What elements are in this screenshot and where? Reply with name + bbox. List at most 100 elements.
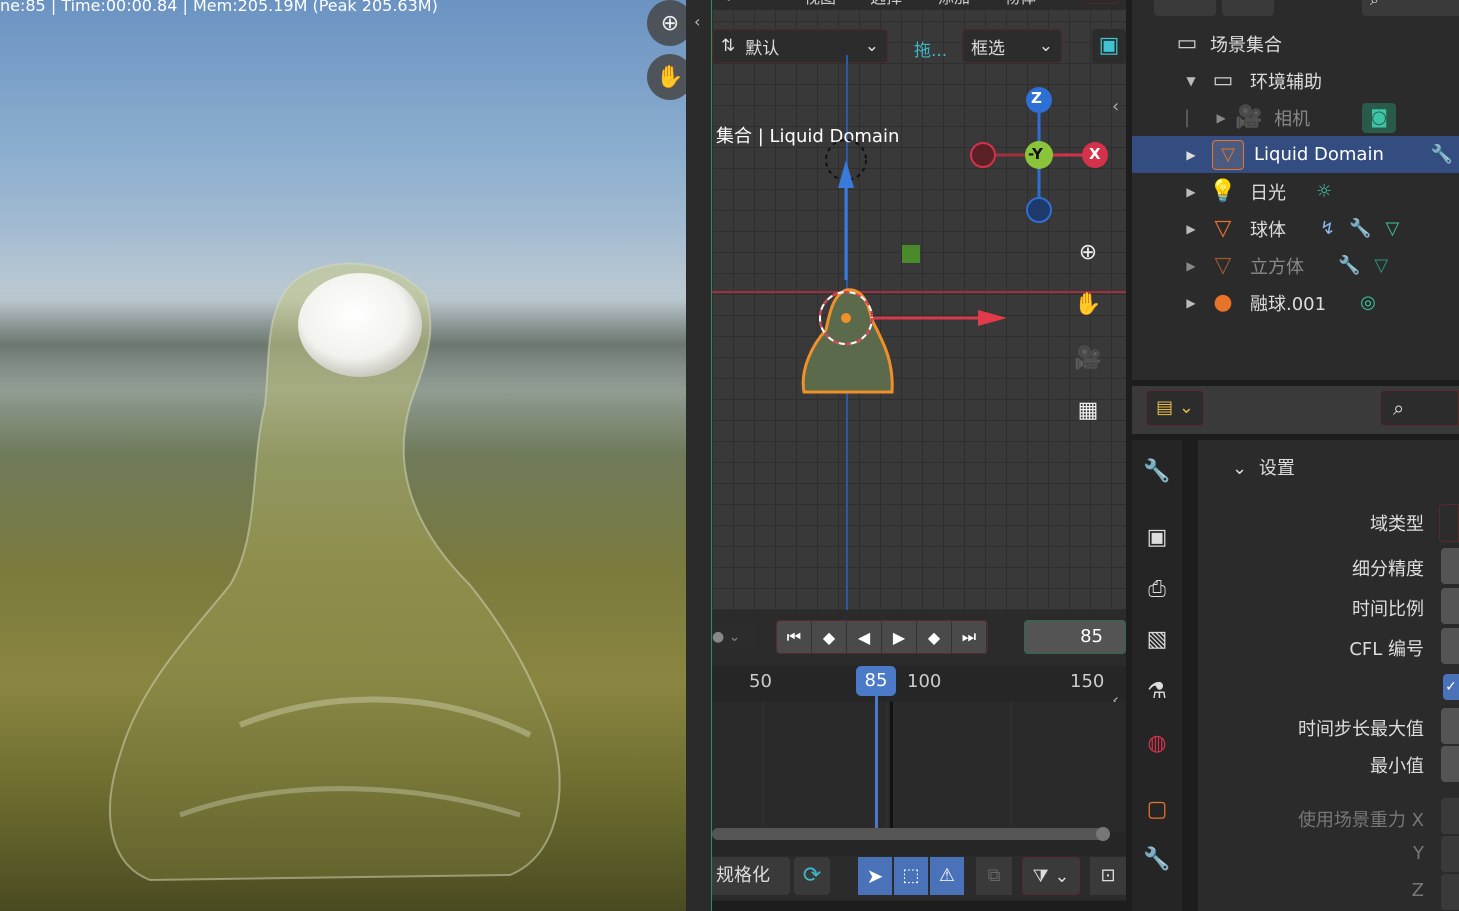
outliner-root[interactable]: ▭ 场景集合 [1132, 25, 1459, 62]
domain-type-field[interactable] [1439, 504, 1459, 542]
scene-tab-icon[interactable]: ⚗ [1138, 672, 1176, 710]
modifier-wrench-icon[interactable]: 🔧 [1338, 255, 1360, 276]
normalize-button[interactable]: 规格化 [712, 857, 790, 895]
modifier-wrench-icon[interactable]: 🔧 [1431, 144, 1453, 165]
render-tab-icon[interactable]: ▣ [1138, 518, 1176, 556]
timeline-tracks[interactable] [712, 702, 1126, 832]
play-icon[interactable]: ▶ [882, 621, 917, 653]
camera-data-icon[interactable]: ◙ [1362, 102, 1397, 133]
playhead-line[interactable] [875, 696, 878, 828]
gravity-z-field[interactable] [1441, 874, 1459, 910]
play-reverse-icon[interactable]: ◀ [847, 621, 882, 653]
editor-type-dropdown[interactable]: ▤ ⌄ [1146, 390, 1204, 426]
gravity-x-label: 使用场景重力 X [1297, 810, 1424, 831]
outliner-item-liquid-domain[interactable]: ▶ ▽ Liquid Domain 🔧 [1132, 136, 1459, 173]
drag-label[interactable]: 拖... [914, 36, 947, 61]
current-frame-field[interactable]: 85 [1024, 620, 1126, 654]
camera-view-icon[interactable]: 🎥 [1070, 340, 1106, 376]
expand-triangle-icon[interactable]: ▶ [1184, 296, 1198, 310]
constraint-icon[interactable]: ↯ [1320, 218, 1335, 239]
cfl-number-field[interactable] [1441, 628, 1459, 664]
mesh-data-icon[interactable]: ▽ [1374, 255, 1388, 276]
mesh-data-icon[interactable]: ▽ [1386, 218, 1400, 239]
display-mode-dropdown[interactable] [1154, 0, 1216, 16]
chevron-down-icon[interactable]: ⌄ [722, 0, 735, 5]
gravity-y-field[interactable] [1441, 836, 1459, 872]
zoom-in-icon[interactable]: ⊕ [1070, 234, 1106, 270]
expand-triangle-icon[interactable]: ▶ [1184, 222, 1198, 236]
render-viewport[interactable]: ne:85 | Time:00:00.84 | Mem:205.19M (Pea… [0, 0, 686, 911]
outliner-item-camera[interactable]: | ▶ 🎥 相机 ◙ [1132, 99, 1459, 136]
select-tool-icon[interactable]: ➤ [858, 857, 892, 895]
menu-object[interactable]: 物体 [1004, 0, 1036, 8]
object-tab-icon[interactable]: ▢ [1138, 790, 1176, 828]
orientation-dropdown[interactable]: ⇅ 默认 ⌄ [712, 29, 888, 63]
menu-add[interactable]: 添加 [938, 0, 970, 8]
timeline-scrollbar[interactable] [712, 828, 1110, 840]
cube-gizmo[interactable] [902, 245, 920, 263]
search-icon[interactable]: ⌕ [1380, 390, 1459, 426]
frame-all-icon[interactable]: ⊡ [1090, 857, 1126, 895]
x-arrow [978, 310, 1007, 326]
outliner-item-cube[interactable]: ▶ ▽ 立方体 🔧 ▽ [1132, 247, 1459, 284]
gravity-x-field[interactable] [1441, 798, 1459, 834]
prev-keyframe-icon[interactable]: ◆ [812, 621, 847, 653]
sun-icon[interactable]: ☼ [1316, 181, 1332, 202]
collapse-left-icon[interactable]: ‹ [694, 12, 700, 31]
expand-triangle-icon[interactable]: ▶ [1214, 111, 1228, 125]
timesteps-min-field[interactable] [1441, 746, 1459, 782]
outliner-panel[interactable]: ⌕ ▭ 场景集合 ▼ ▭ 环境辅助 | ▶ 🎥 相机 ◙ ▶ ▽ Liquid … [1126, 0, 1459, 380]
outliner-item-metaball[interactable]: ▶ ● 融球.001 ◎ [1132, 284, 1459, 321]
outliner-item-sun[interactable]: ▶ 💡 日光 ☼ [1132, 173, 1459, 210]
hand-pan-icon[interactable]: ✋ [1070, 286, 1106, 322]
area-divider[interactable]: ‹ [686, 0, 712, 911]
transform-icon[interactable]: ⇆ [1084, 0, 1120, 4]
adaptive-timesteps-checkbox[interactable]: ✓ [1443, 674, 1459, 700]
expand-triangle-icon[interactable]: ▶ [1184, 185, 1198, 199]
select-mode-dropdown[interactable]: 框选 ⌄ [962, 29, 1062, 63]
modifier-tab-icon[interactable]: 🔧 [1138, 840, 1176, 878]
time-scale-field[interactable] [1441, 588, 1459, 624]
jump-end-icon[interactable]: ⏭ [952, 621, 987, 653]
outliner-item-sphere[interactable]: ▶ ▽ 球体 ↯ 🔧 ▽ [1132, 210, 1459, 247]
expand-triangle-icon[interactable]: ▶ [1184, 148, 1198, 162]
modifier-wrench-icon[interactable]: 🔧 [1349, 218, 1371, 239]
filter-disabled-icon[interactable]: ⧉ [976, 857, 1012, 895]
z-arrow [838, 160, 854, 188]
expand-triangle-icon[interactable]: ▶ [1184, 259, 1198, 273]
warning-icon[interactable]: ⚠ [930, 857, 964, 895]
light-bulb-icon: 💡 [1209, 179, 1237, 204]
world-tab-icon[interactable]: ◍ [1138, 724, 1176, 762]
settings-section-header[interactable]: ⌄ 设置 [1232, 454, 1295, 480]
filter-dropdown[interactable]: ⧩ ⌄ [1022, 857, 1080, 895]
menu-select[interactable]: 选择 [870, 0, 902, 8]
tool-tab-icon[interactable]: 🔧 [1138, 452, 1176, 490]
resolution-field[interactable] [1441, 548, 1459, 584]
playback-dropdown[interactable]: ● ⌄ [712, 620, 758, 654]
refresh-icon[interactable]: ⟳ [794, 857, 830, 895]
properties-editor[interactable]: ▤ ⌄ ⌕ 🔧 ▣ ⎙ ▧ ⚗ ◍ ▢ 🔧 ⌄ 设置 域类型 细分精度 时间比例… [1126, 380, 1459, 911]
item-label: 日光 [1250, 182, 1286, 204]
timesteps-max-field[interactable] [1441, 708, 1459, 744]
view-layer-tab-icon[interactable]: ▧ [1138, 620, 1176, 658]
zoom-in-icon[interactable]: ⊕ [647, 0, 686, 46]
filter-dropdown[interactable] [1222, 0, 1274, 16]
output-tab-icon[interactable]: ⎙ [1138, 570, 1176, 608]
frame-selected-icon[interactable]: ▣ [1092, 29, 1126, 63]
scrollbar-handle[interactable] [1096, 827, 1110, 841]
expand-triangle-icon[interactable]: ▼ [1184, 74, 1198, 88]
hand-pan-icon[interactable]: ✋ [647, 54, 686, 100]
playhead-frame[interactable]: 85 [856, 666, 896, 696]
grid-view-icon[interactable]: ▦ [1070, 392, 1106, 428]
outliner-item-environment[interactable]: ▼ ▭ 环境辅助 [1132, 62, 1459, 99]
box-select-icon[interactable]: ⬚ [894, 857, 928, 895]
metaball-data-icon[interactable]: ◎ [1360, 292, 1376, 313]
timeline-area[interactable]: ● ⌄ ⏮ ◆ ◀ ▶ ◆ ⏭ 85 50 85 100 150 ‹ 规格化 ⟳… [712, 610, 1126, 911]
menu-view[interactable]: 视图 [804, 0, 836, 8]
viewport-menu-bar: ⌄ 视图 选择 添加 物体 ⇆ [712, 0, 1126, 10]
jump-start-icon[interactable]: ⏮ [777, 621, 812, 653]
search-icon[interactable]: ⌕ [1362, 0, 1459, 16]
next-keyframe-icon[interactable]: ◆ [917, 621, 952, 653]
liquid-domain-object[interactable] [801, 288, 894, 394]
3d-viewport[interactable]: ⌄ 视图 选择 添加 物体 ⇆ ⇅ 默认 ⌄ 拖... 框选 ⌄ ▣ ‹ 集合 … [712, 0, 1126, 610]
